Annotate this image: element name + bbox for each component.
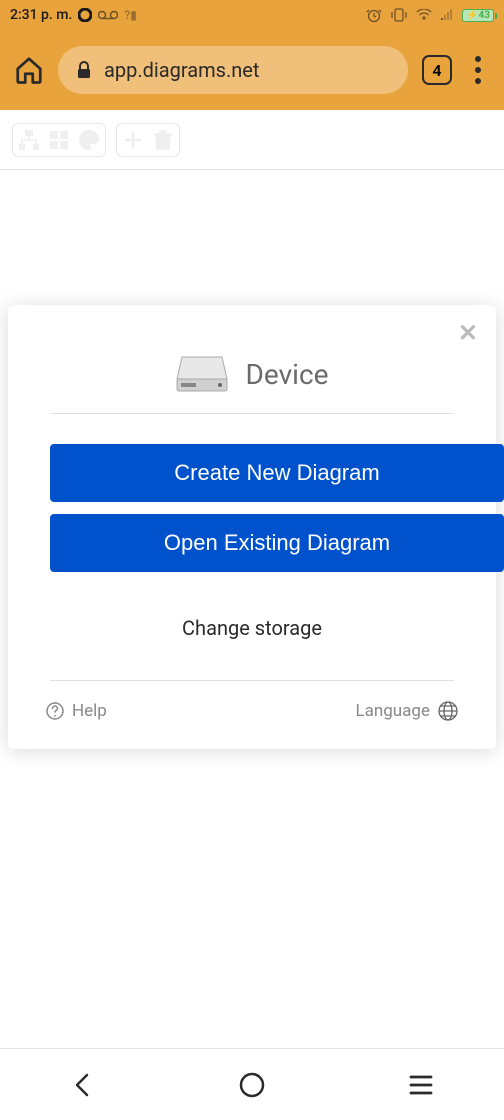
status-bar: 2:31 p. m. ?▮ ⚡43	[0, 0, 504, 30]
change-storage-link[interactable]: Change storage	[8, 582, 496, 680]
browser-menu-button[interactable]	[466, 56, 490, 84]
sitemap-icon[interactable]	[17, 128, 41, 152]
signal-icon	[440, 9, 454, 21]
help-icon	[46, 702, 64, 720]
storage-modal: ✕ Device Create New Diagram Open Existin…	[8, 305, 496, 749]
battery-indicator: ⚡43	[462, 9, 494, 22]
close-button[interactable]: ✕	[458, 319, 478, 347]
create-diagram-button[interactable]: Create New Diagram	[50, 444, 504, 502]
nav-back-button[interactable]	[71, 1071, 95, 1099]
lock-icon	[76, 61, 92, 79]
modal-title: Device	[246, 358, 329, 391]
status-time: 2:31 p. m.	[10, 7, 72, 23]
app-toolbar	[0, 110, 504, 170]
home-icon[interactable]	[14, 55, 44, 85]
tab-count-button[interactable]: 4	[422, 55, 452, 85]
nav-home-button[interactable]	[238, 1071, 266, 1099]
language-link[interactable]: Language	[355, 701, 458, 721]
circle-icon	[78, 8, 92, 22]
grid-icon[interactable]	[47, 128, 71, 152]
browser-bar: app.diagrams.net 4	[0, 30, 504, 110]
android-nav-bar	[0, 1048, 504, 1120]
trash-icon[interactable]	[151, 128, 175, 152]
url-text: app.diagrams.net	[104, 58, 259, 82]
plus-icon[interactable]	[121, 128, 145, 152]
url-bar[interactable]: app.diagrams.net	[58, 46, 408, 94]
open-diagram-button[interactable]: Open Existing Diagram	[50, 514, 504, 572]
device-icon	[176, 355, 228, 393]
signal-weak-icon: ?▮	[124, 8, 136, 22]
wifi-icon	[416, 9, 432, 21]
alarm-icon	[366, 7, 382, 23]
palette-icon[interactable]	[77, 128, 101, 152]
vibrate-icon	[390, 8, 408, 22]
nav-recent-button[interactable]	[409, 1074, 433, 1096]
globe-icon	[438, 701, 458, 721]
voicemail-icon	[98, 10, 118, 20]
help-link[interactable]: Help	[46, 701, 107, 721]
